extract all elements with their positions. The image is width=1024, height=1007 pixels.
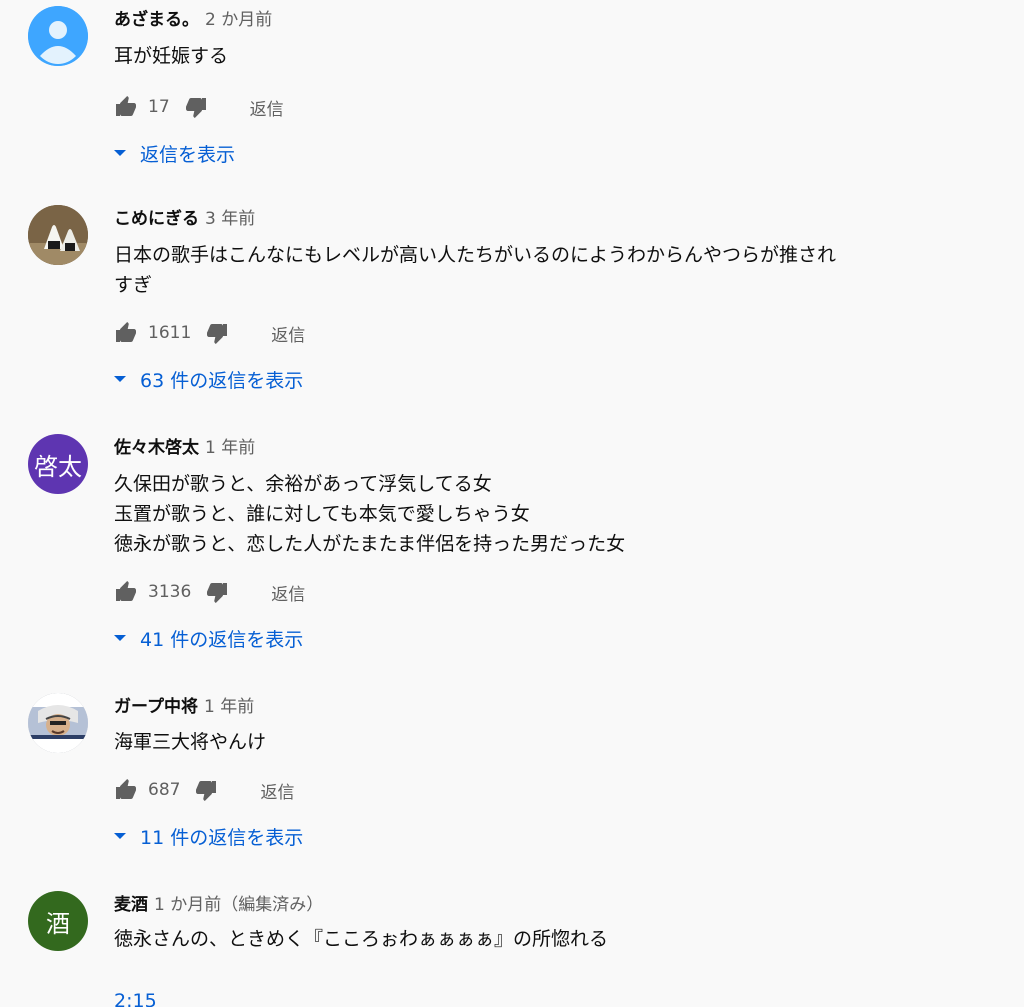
like-button[interactable] [114,95,138,119]
dislike-button[interactable] [194,778,218,802]
reply-button[interactable]: 返信 [271,580,305,605]
comment-actions: 1611 返信 [114,318,964,348]
thumbs-down-icon [207,583,228,603]
comment-text: 耳が妊娠する [114,41,964,71]
comments-section: あざまる。 2 か月前 耳が妊娠する 17 返信 返信を表示 こめにぎる 3 年… [0,0,1024,1007]
comment-line: 徳永が歌うと、恋した人がたまたま伴侶を持った男だった女 [114,533,626,555]
comment-line: 日本の歌手はこんなにもレベルが高い人たちがいるのにようわからんやつらが推され [114,244,837,266]
dislike-button[interactable] [205,321,229,345]
thumbs-up-icon [116,779,136,799]
comment-header: ガープ中将 1 年前 [114,694,964,720]
avatar[interactable]: 酒 [28,891,88,951]
thumbs-up-icon [116,322,136,342]
comment-time[interactable]: 1 年前 [205,438,255,458]
thumbs-up-icon [116,581,136,601]
like-button[interactable] [114,321,138,345]
comment-line: 海軍三大将やんけ [114,731,267,753]
comment-text: 徳永さんの、ときめく『こころぉわぁぁぁぁ』の所惚れる [114,924,964,954]
like-button[interactable] [114,778,138,802]
reply-button[interactable]: 返信 [250,95,284,120]
view-replies-button[interactable]: 63 件の返信を表示 [114,364,964,394]
avatar-letter: 啓太 [34,452,82,481]
avatar-letter: 酒 [46,909,70,938]
comment-actions: 17 返信 [114,92,964,122]
thumbs-down-icon [196,781,217,801]
comment-actions: 3136 返信 [114,577,964,607]
like-count: 1611 [148,323,192,343]
view-replies-label: 返信を表示 [140,143,236,166]
view-replies-label: 41 件の返信を表示 [140,628,304,651]
comment-time[interactable]: 1 年前 [204,697,254,717]
view-replies-label: 11 件の返信を表示 [140,826,304,849]
avatar[interactable]: 啓太 [28,434,88,494]
comment-time[interactable]: 3 年前 [205,209,255,229]
comment-text: 海軍三大将やんけ [114,727,964,757]
avatar[interactable] [28,693,88,753]
comment-line: 耳が妊娠する [114,45,229,67]
thumbs-down-icon [185,98,206,118]
timestamp-link[interactable]: 2:15 [114,990,157,1007]
default-user-icon [28,6,88,66]
comment-header: あざまる。 2 か月前 [114,7,964,33]
comment-time[interactable]: 1 か月前（編集済み） [154,895,323,915]
caret-down-icon [108,626,132,650]
comment-header: 麦酒 1 か月前（編集済み） [114,892,964,918]
thumbs-up-icon [116,96,136,116]
anime-character-icon [28,693,88,753]
comment-actions: 687 返信 [114,775,964,805]
comment-time[interactable]: 2 か月前 [205,10,272,30]
comment-line: 久保田が歌うと、余裕があって浮気してる女 [114,473,492,495]
author-name[interactable]: あざまる。 [114,10,199,30]
onigiri-photo-icon [28,205,88,265]
comment-line: 徳永さんの、ときめく『こころぉわぁぁぁぁ』の所惚れる [114,928,609,950]
view-replies-button[interactable]: 41 件の返信を表示 [114,623,964,653]
dislike-button[interactable] [184,95,208,119]
view-replies-button[interactable]: 返信を表示 [114,138,964,168]
reply-button[interactable]: 返信 [271,321,305,346]
comment-header: こめにぎる 3 年前 [114,206,964,232]
comment-line: 玉置が歌うと、誰に対しても本気で愛しちゃう女 [114,503,530,525]
like-count: 3136 [148,582,192,602]
comment-line: すぎ [114,274,153,296]
avatar[interactable] [28,205,88,265]
view-replies-button[interactable]: 11 件の返信を表示 [114,821,964,851]
avatar[interactable] [28,6,88,66]
like-count: 17 [148,97,170,117]
author-name[interactable]: ガープ中将 [114,697,198,717]
caret-down-icon [108,141,132,165]
author-name[interactable]: こめにぎる [114,209,199,229]
comment-header: 佐々木啓太 1 年前 [114,435,964,461]
view-replies-label: 63 件の返信を表示 [140,369,304,392]
like-button[interactable] [114,580,138,604]
caret-down-icon [108,367,132,391]
comment-text: 久保田が歌うと、余裕があって浮気してる女 玉置が歌うと、誰に対しても本気で愛しち… [114,469,964,559]
caret-down-icon [108,824,132,848]
dislike-button[interactable] [205,580,229,604]
thumbs-down-icon [207,324,228,344]
author-name[interactable]: 佐々木啓太 [114,438,199,458]
author-name[interactable]: 麦酒 [114,895,148,915]
comment-text: 日本の歌手はこんなにもレベルが高い人たちがいるのにようわからんやつらが推され す… [114,240,964,300]
reply-button[interactable]: 返信 [260,778,294,803]
like-count: 687 [148,780,181,800]
